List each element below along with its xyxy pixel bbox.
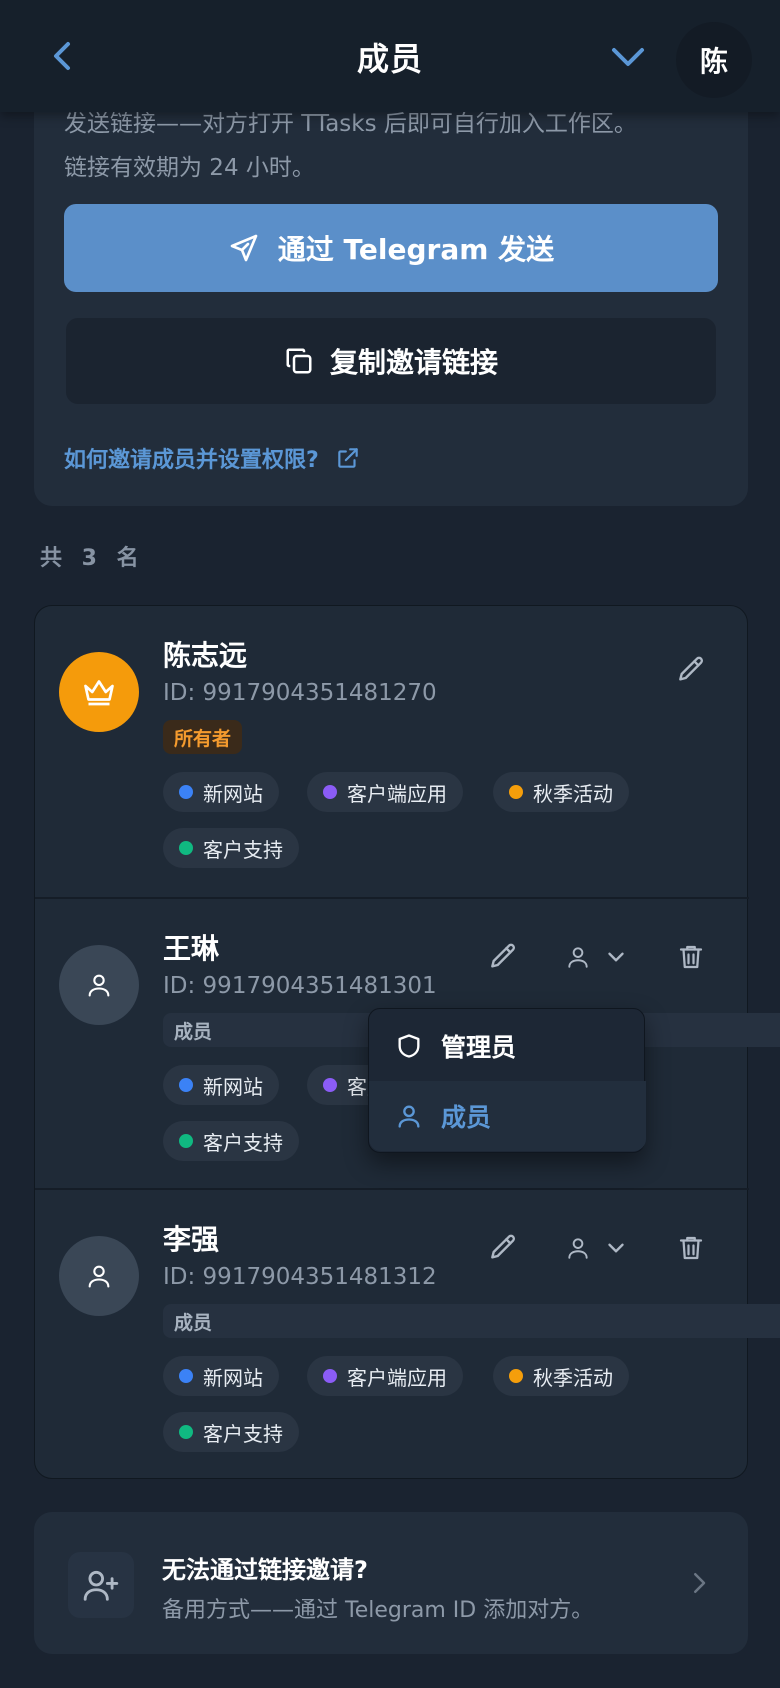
tag-dot-orange [509,1369,523,1383]
copy-icon [286,348,312,374]
tag-label: 客户支持 [203,1130,283,1155]
tag: 客户端应用 [307,1356,463,1396]
add-user-icon-box [68,1552,134,1618]
tag: 新网站 [163,1065,279,1105]
add-user-icon [83,1570,119,1601]
tag: 客户端应用 [307,772,463,812]
member-id: ID: 9917904351481312 [163,1264,437,1290]
member-name: 陈志远 [163,639,248,672]
invite-description: 发送链接——对方打开 TTasks 后即可自行加入工作区。 链接有效期为 24 … [64,102,724,190]
tag-dot-purple [323,785,337,799]
tag-dot-purple [323,1369,337,1383]
tag: 新网站 [163,772,279,812]
fallback-invite-card[interactable]: 无法通过链接邀请? 备用方式——通过 Telegram ID 添加对方。 [34,1512,748,1654]
copy-invite-link-button[interactable]: 复制邀请链接 [66,318,716,404]
invite-help-link-label: 如何邀请成员并设置权限? [64,448,319,473]
tag-dot-green [179,841,193,855]
user-icon [88,974,110,997]
tag-label: 客户支持 [203,1421,283,1446]
user-icon [568,947,588,968]
tag-dot-green [179,1425,193,1439]
tag-label: 新网站 [203,1365,263,1390]
invite-description-line2: 链接有效期为 24 小时。 [64,155,315,181]
role-option-member-label: 成员 [441,1103,492,1132]
role-badge-member: 成员 [163,1304,780,1338]
invite-help-link[interactable]: 如何邀请成员并设置权限? [64,440,361,476]
tag-dot-green [179,1134,193,1148]
role-option-admin-label: 管理员 [441,1033,517,1062]
members-count: 共 3 名 [40,546,145,571]
role-option-admin[interactable]: 管理员 [369,1011,646,1081]
member-row: 李强 ID: 9917904351481312 成员 新网站 客户端应用 秋季活… [35,1190,780,1480]
chevron-down-icon [608,952,624,962]
owner-avatar [59,652,139,732]
edit-member-button[interactable] [669,648,713,692]
members-screen: 发送链接——对方打开 TTasks 后即可自行加入工作区。 链接有效期为 24 … [0,0,780,1688]
tag-label: 秋季活动 [533,1365,613,1390]
crown-icon [84,680,114,706]
chevron-right-icon [694,1573,706,1593]
member-name: 李强 [163,1223,220,1256]
tag-dot-orange [509,785,523,799]
tag: 客户支持 [163,1121,299,1161]
fallback-title: 无法通过链接邀请? [162,1556,368,1584]
fallback-subtitle: 备用方式——通过 Telegram ID 添加对方。 [162,1598,594,1623]
delete-member-button[interactable] [669,1226,713,1270]
copy-invite-link-label: 复制邀请链接 [329,346,498,379]
pencil-icon [491,1234,516,1259]
pencil-icon [679,656,704,681]
send-icon [230,234,258,262]
tag-label: 新网站 [203,1074,263,1099]
invite-card: 发送链接——对方打开 TTasks 后即可自行加入工作区。 链接有效期为 24 … [34,60,748,506]
role-dropdown-menu: 管理员 成员 [368,1008,646,1153]
trash-icon [679,945,703,969]
delete-member-button[interactable] [669,935,713,979]
role-select-button[interactable] [557,935,637,979]
edit-member-button[interactable] [481,935,525,979]
user-icon [568,1238,588,1259]
member-name: 王琳 [163,932,220,965]
tag-dot-purple [323,1078,337,1092]
tag-dot-blue [179,1078,193,1092]
chevron-down-icon [608,1243,624,1253]
tag-label: 客户端应用 [347,1365,447,1390]
tag-dot-blue [179,785,193,799]
user-icon [398,1105,420,1128]
tag-label: 客户支持 [203,837,283,862]
member-id: ID: 9917904351481301 [163,973,437,999]
tag-dot-blue [179,1369,193,1383]
shield-icon [398,1034,420,1058]
role-option-member[interactable]: 成员 [369,1081,646,1151]
app-header: 成员 陈 [0,0,780,112]
tag-label: 秋季活动 [533,781,613,806]
external-link-icon [338,448,358,468]
user-avatar-button[interactable]: 陈 [676,22,752,98]
tag-label: 新网站 [203,781,263,806]
role-select-button[interactable] [557,1226,637,1270]
member-row-owner: 陈志远 ID: 9917904351481270 所有者 新网站 客户端应用 秋… [35,606,749,898]
send-via-telegram-button[interactable]: 通过 Telegram 发送 [64,204,718,292]
chevron-down-icon[interactable] [606,40,650,76]
member-avatar [59,1236,139,1316]
trash-icon [679,1236,703,1260]
tag: 新网站 [163,1356,279,1396]
role-badge-owner: 所有者 [163,720,243,754]
send-via-telegram-label: 通过 Telegram 发送 [277,233,555,266]
tag: 客户支持 [163,1412,299,1452]
member-avatar [59,945,139,1025]
tag: 秋季活动 [493,1356,629,1396]
pencil-icon [491,943,516,968]
tag: 客户支持 [163,828,299,868]
tag: 秋季活动 [493,772,629,812]
tag-label: 客户端应用 [347,781,447,806]
user-icon [88,1265,110,1288]
edit-member-button[interactable] [481,1226,525,1270]
page-title: 成员 [356,40,423,78]
member-id: ID: 9917904351481270 [163,680,437,706]
